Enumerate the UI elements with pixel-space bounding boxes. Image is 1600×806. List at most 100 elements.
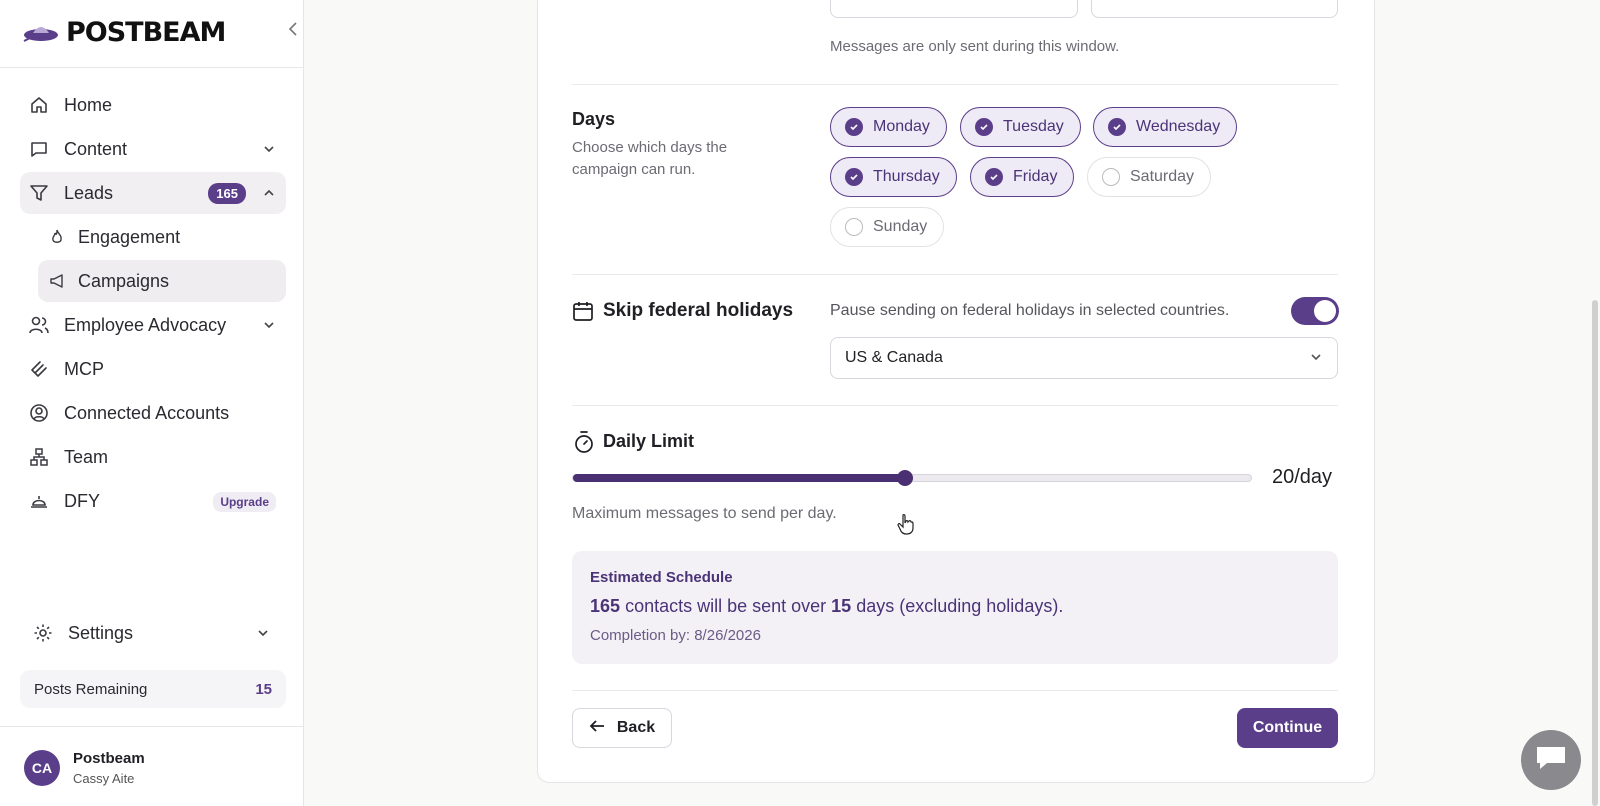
sidebar-item-connected-accounts[interactable]: Connected Accounts bbox=[20, 392, 286, 434]
sidebar-item-label: Employee Advocacy bbox=[64, 314, 227, 335]
calendar-icon bbox=[572, 300, 594, 327]
chat-bubble-icon bbox=[1534, 744, 1568, 777]
megaphone-icon bbox=[48, 272, 66, 290]
sidebar-item-label: DFY bbox=[64, 490, 100, 511]
sidebar-item-label: Home bbox=[64, 94, 113, 115]
day-chip-friday[interactable]: Friday bbox=[970, 157, 1075, 197]
holidays-title: Skip federal holidays bbox=[603, 300, 794, 321]
day-chip-sunday[interactable]: Sunday bbox=[830, 207, 945, 247]
network-icon bbox=[28, 446, 50, 468]
stopwatch-icon bbox=[573, 430, 595, 459]
chevron-down-icon bbox=[262, 140, 276, 161]
holiday-region-value: US & Canada bbox=[845, 349, 943, 366]
upgrade-badge[interactable]: Upgrade bbox=[213, 492, 276, 512]
end-time-field[interactable] bbox=[1091, 0, 1338, 18]
main-scrollbar[interactable] bbox=[1592, 300, 1598, 806]
arrow-left-icon bbox=[589, 719, 605, 738]
home-icon bbox=[28, 94, 50, 116]
day-chip-saturday[interactable]: Saturday bbox=[1087, 157, 1212, 197]
estimate-text-1: contacts will be sent over bbox=[625, 596, 827, 616]
user-circle-icon bbox=[28, 402, 50, 424]
check-icon bbox=[975, 118, 993, 136]
sidebar-item-label: Leads bbox=[64, 182, 114, 203]
sidebar-item-mcp[interactable]: MCP bbox=[20, 348, 286, 390]
day-chip-thursday[interactable]: Thursday bbox=[830, 157, 957, 197]
flame-icon bbox=[48, 228, 66, 246]
back-label: Back bbox=[616, 719, 656, 736]
daily-limit-helper: Maximum messages to send per day. bbox=[572, 505, 837, 522]
sidebar-item-label: MCP bbox=[64, 358, 104, 379]
estimate-text-2: days (excluding holidays). bbox=[856, 596, 1064, 616]
sidebar-item-dfy[interactable]: DFY Upgrade bbox=[20, 480, 286, 522]
chevron-left-icon bbox=[288, 22, 297, 36]
user-name: Postbeam bbox=[73, 750, 145, 767]
day-chip-monday[interactable]: Monday bbox=[830, 107, 947, 147]
hand-pointer-cursor-icon bbox=[897, 513, 915, 540]
divider bbox=[572, 84, 1338, 85]
slider-fill bbox=[573, 474, 907, 482]
chat-support-button[interactable] bbox=[1521, 730, 1581, 790]
daily-limit-value: 20/day bbox=[1272, 466, 1333, 488]
day-chip-label: Wednesday bbox=[1136, 118, 1221, 135]
sidebar-item-home[interactable]: Home bbox=[20, 84, 286, 126]
chevron-down-icon bbox=[1309, 350, 1323, 369]
estimate-title: Estimated Schedule bbox=[590, 569, 733, 586]
gear-icon bbox=[32, 622, 54, 644]
estimated-schedule-panel: Estimated Schedule 165 contacts will be … bbox=[572, 551, 1338, 664]
sidebar-item-label: Connected Accounts bbox=[64, 402, 230, 423]
back-button[interactable]: Back bbox=[572, 708, 672, 748]
start-time-field[interactable] bbox=[830, 0, 1078, 18]
collapse-sidebar-button[interactable] bbox=[288, 22, 298, 39]
check-icon bbox=[845, 118, 863, 136]
window-helper-text: Messages are only sent during this windo… bbox=[830, 38, 1120, 55]
day-chip-wednesday[interactable]: Wednesday bbox=[1093, 107, 1238, 147]
daily-limit-title: Daily Limit bbox=[603, 431, 695, 451]
sidebar-item-campaigns[interactable]: Campaigns bbox=[38, 260, 286, 302]
sidebar-item-label: Engagement bbox=[78, 226, 181, 247]
check-icon bbox=[1108, 118, 1126, 136]
sidebar-item-employee-advocacy[interactable]: Employee Advocacy bbox=[20, 304, 286, 346]
day-chip-label: Monday bbox=[873, 118, 930, 135]
sidebar: POSTBEAM Home Content Leads 165 Engageme… bbox=[0, 0, 304, 806]
sidebar-item-team[interactable]: Team bbox=[20, 436, 286, 478]
day-chip-tuesday[interactable]: Tuesday bbox=[960, 107, 1081, 147]
sidebar-item-label: Team bbox=[64, 446, 109, 467]
settings-label: Settings bbox=[68, 622, 134, 643]
holiday-region-select[interactable]: US & Canada bbox=[830, 337, 1338, 379]
day-chip-label: Sunday bbox=[873, 218, 928, 235]
ufo-logo-icon bbox=[23, 27, 58, 42]
filter-icon bbox=[28, 182, 50, 204]
sidebar-item-engagement[interactable]: Engagement bbox=[38, 216, 286, 258]
leads-count-badge: 165 bbox=[208, 183, 246, 204]
radio-empty-icon bbox=[845, 218, 863, 236]
divider bbox=[572, 690, 1338, 691]
skip-holidays-toggle[interactable] bbox=[1291, 297, 1339, 325]
estimate-contacts: 165 bbox=[590, 596, 621, 616]
users-icon bbox=[28, 314, 50, 336]
divider bbox=[572, 274, 1338, 275]
continue-button[interactable]: Continue bbox=[1237, 708, 1338, 748]
sidebar-item-content[interactable]: Content bbox=[20, 128, 286, 170]
estimate-completion: Completion by: 8/26/2026 bbox=[590, 627, 761, 644]
chevron-down-icon bbox=[256, 624, 270, 645]
chevron-up-icon bbox=[262, 184, 276, 205]
day-chip-label: Friday bbox=[1013, 168, 1058, 185]
sidebar-item-leads[interactable]: Leads 165 bbox=[20, 172, 286, 214]
posts-remaining: Posts Remaining 15 bbox=[20, 670, 286, 708]
postbeam-logo[interactable]: POSTBEAM bbox=[22, 14, 226, 50]
divider bbox=[572, 405, 1338, 406]
message-square-icon bbox=[28, 138, 50, 160]
days-title: Days bbox=[572, 109, 616, 129]
divider bbox=[0, 726, 304, 727]
avatar[interactable]: CA bbox=[24, 750, 60, 786]
day-chip-label: Thursday bbox=[873, 168, 940, 185]
user-subtitle: Cassy Aite bbox=[73, 771, 135, 786]
sidebar-item-settings[interactable]: Settings bbox=[20, 612, 286, 654]
toggle-knob bbox=[1314, 300, 1336, 322]
brand-name: POSTBEAM bbox=[66, 16, 226, 48]
posts-remaining-value: 15 bbox=[255, 680, 272, 698]
days-description: Choose which days the campaign can run. bbox=[572, 139, 728, 178]
day-chip-label: Saturday bbox=[1130, 168, 1195, 185]
sidebar-item-label: Content bbox=[64, 138, 128, 159]
divider bbox=[0, 67, 304, 68]
